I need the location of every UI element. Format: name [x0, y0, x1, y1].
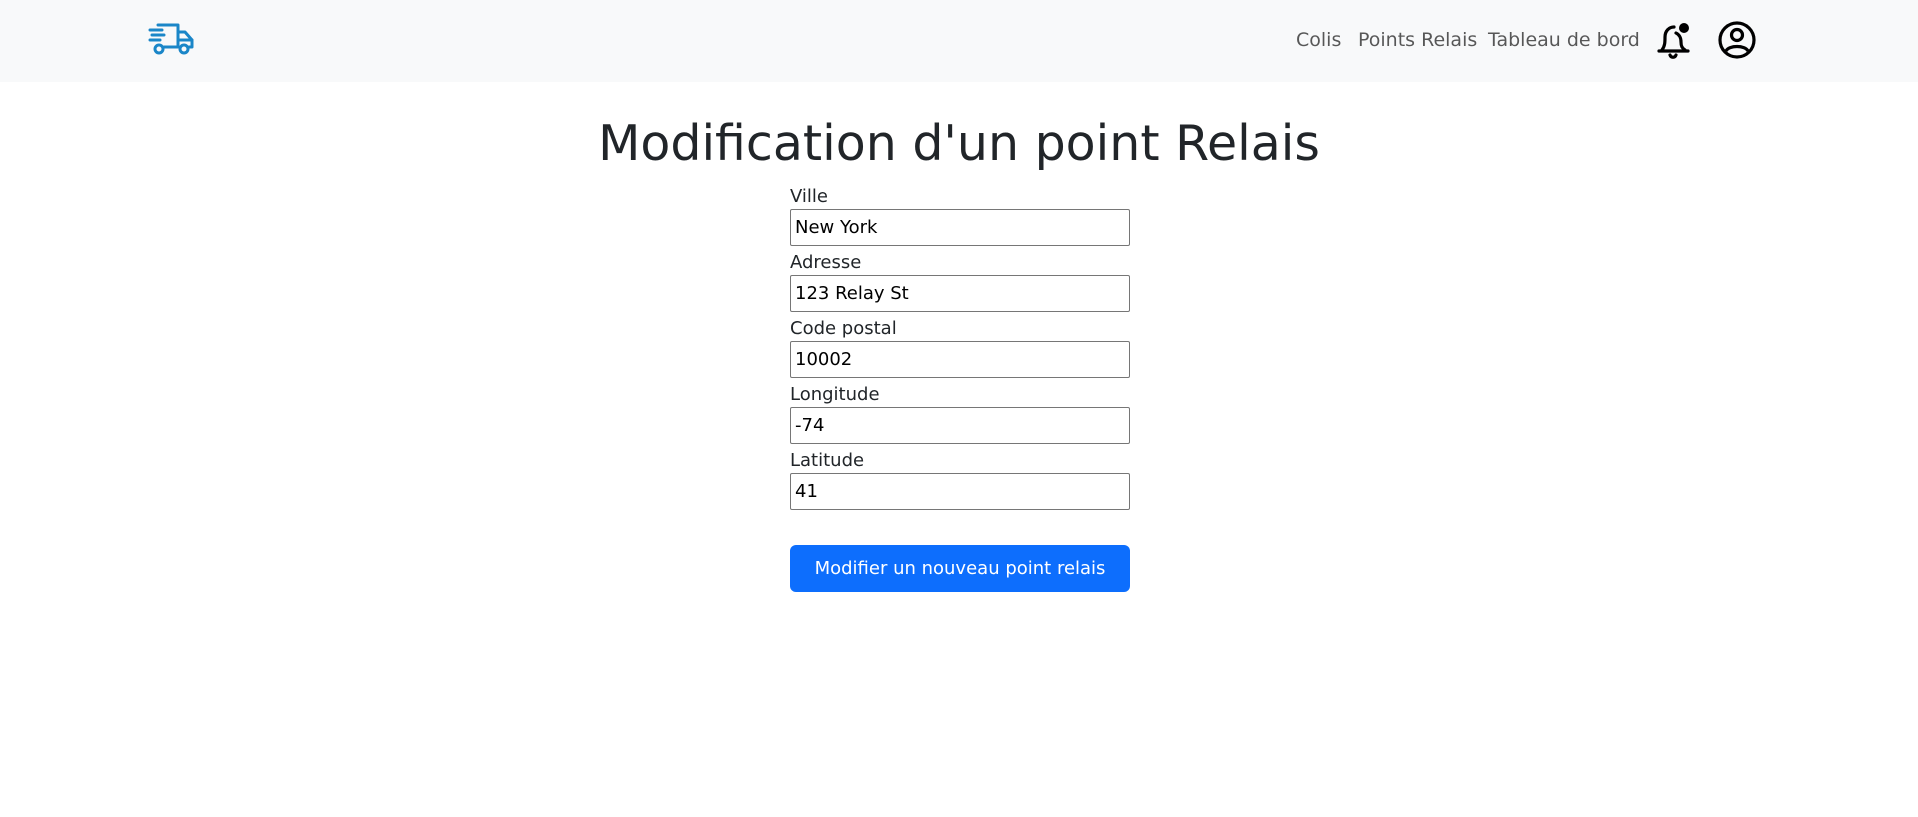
page-title: Modification d'un point Relais — [598, 115, 1320, 172]
nav-link-tableau-de-bord[interactable]: Tableau de bord — [1488, 28, 1640, 52]
nav-link-colis[interactable]: Colis — [1296, 28, 1341, 52]
ville-label: Ville — [790, 186, 828, 207]
code-postal-input[interactable] — [790, 341, 1130, 378]
bell-notification-icon[interactable] — [1654, 20, 1692, 60]
nav-link-points-relais[interactable]: Points Relais — [1358, 28, 1477, 52]
user-circle-icon[interactable] — [1717, 20, 1757, 60]
latitude-label: Latitude — [790, 450, 865, 471]
longitude-label: Longitude — [790, 384, 880, 405]
ville-input[interactable] — [790, 209, 1130, 246]
adresse-input[interactable] — [790, 275, 1130, 312]
code-postal-label: Code postal — [790, 318, 897, 339]
delivery-truck-icon[interactable] — [148, 20, 196, 58]
adresse-label: Adresse — [790, 252, 862, 273]
submit-button[interactable]: Modifier un nouveau point relais — [790, 545, 1130, 592]
latitude-input[interactable] — [790, 473, 1130, 510]
longitude-input[interactable] — [790, 407, 1130, 444]
navbar: Colis Points Relais Tableau de bord — [0, 0, 1918, 82]
relay-point-form: Ville Adresse Code postal Longitude Lati… — [790, 185, 1130, 515]
